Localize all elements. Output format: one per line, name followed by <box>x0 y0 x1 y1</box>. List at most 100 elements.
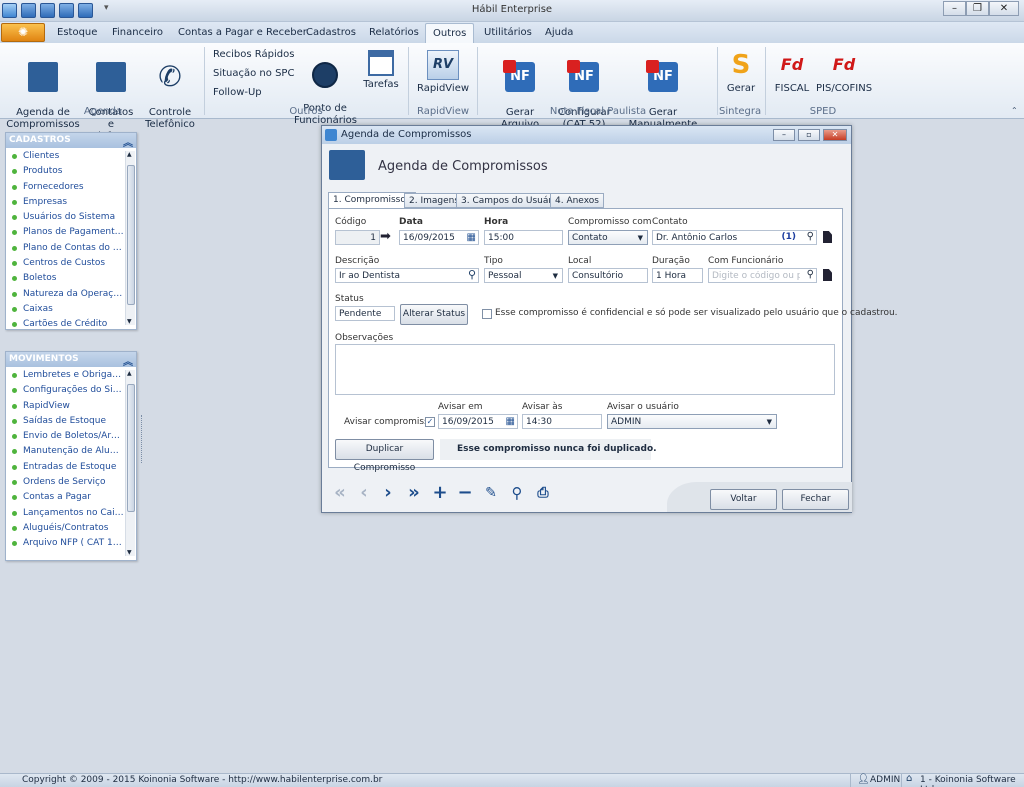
agenda-compromissos-button[interactable]: Agenda de Compromissos <box>5 50 81 131</box>
rapidview-button[interactable]: RV RapidView <box>416 50 470 95</box>
list-item[interactable]: Fornecedores <box>6 180 124 195</box>
collapse-icon[interactable]: ︽ <box>123 134 133 149</box>
menu-utilitarios[interactable]: Utilitários <box>484 27 532 38</box>
menu-ajuda[interactable]: Ajuda <box>545 27 573 38</box>
search-icon[interactable]: ⚲ <box>468 269 476 281</box>
scrollbar[interactable]: ▲ ▼ <box>125 370 135 556</box>
duplicar-compromisso-button[interactable]: Duplicar Compromisso <box>335 439 434 473</box>
list-item[interactable]: Centros de Custos <box>6 256 124 271</box>
menu-estoque[interactable]: Estoque <box>57 27 97 38</box>
document-icon[interactable] <box>823 269 832 281</box>
list-item[interactable]: Manutenção de Alugué... <box>6 444 124 459</box>
list-item[interactable]: Configurações do Siste... <box>6 383 124 398</box>
list-item[interactable]: Saídas de Estoque <box>6 414 124 429</box>
com-funcionario-field[interactable]: Digite o código ou parte do nome ⚲ <box>708 268 817 283</box>
list-item[interactable]: Contas a Pagar <box>6 490 124 505</box>
list-item[interactable]: Lançamentos no Caixa <box>6 506 124 521</box>
local-field[interactable]: Consultório <box>568 268 648 283</box>
list-item[interactable]: Usuários do Sistema <box>6 210 124 225</box>
list-item[interactable]: Cartões de Crédito <box>6 317 124 327</box>
list-item[interactable]: Lembretes e Obrigaçõ... <box>6 368 124 383</box>
remove-record-icon[interactable]: − <box>455 483 475 503</box>
list-item[interactable]: Clientes <box>6 149 124 164</box>
menu-contas[interactable]: Contas a Pagar e Receber <box>178 27 307 38</box>
situacao-spc-button[interactable]: Situação no SPC <box>213 68 294 79</box>
panel-splitter[interactable] <box>141 415 147 463</box>
fechar-button[interactable]: Fechar <box>782 489 849 510</box>
list-item[interactable]: Planos de Pagamentos <box>6 225 124 240</box>
print-icon[interactable]: ⎙ <box>533 483 553 503</box>
first-record-icon[interactable]: « <box>330 483 350 503</box>
avisar-compromisso-checkbox[interactable]: ✓ <box>425 417 435 427</box>
hora-field[interactable]: 15:00 <box>484 230 563 245</box>
scroll-up-icon[interactable]: ▲ <box>127 151 132 158</box>
ribbon-collapse-icon[interactable]: ⌃ <box>1011 106 1018 115</box>
recibos-rapidos-button[interactable]: Recibos Rápidos <box>213 49 294 60</box>
last-record-icon[interactable]: » <box>404 483 424 503</box>
scrollbar[interactable]: ▲ ▼ <box>125 151 135 325</box>
calendar-icon[interactable]: ▦ <box>506 416 515 427</box>
list-item[interactable]: Plano de Contas do Ca... <box>6 241 124 256</box>
minimize-button[interactable]: – <box>943 1 966 16</box>
binoculars-icon[interactable]: ⚲ <box>807 269 814 280</box>
add-record-icon[interactable]: + <box>430 483 450 503</box>
list-item[interactable]: Entradas de Estoque <box>6 460 124 475</box>
contato-field[interactable]: Dr. Antônio Carlos (1) ⚲ <box>652 230 817 245</box>
restore-button[interactable]: ❐ <box>966 1 989 16</box>
scroll-up-icon[interactable]: ▲ <box>127 370 132 377</box>
controle-telefonico-button[interactable]: ✆ Controle Telefônico <box>142 50 198 131</box>
descricao-field[interactable]: Ir ao Dentista ⚲ <box>335 268 479 283</box>
list-item[interactable]: Envio de Boletos/Arqui... <box>6 429 124 444</box>
movimentos-panel-header[interactable]: MOVIMENTOS ︽ <box>6 352 136 368</box>
contatos-telefones-button[interactable]: Contatos e Telefones <box>84 50 138 143</box>
dialog-maximize-button[interactable]: ▫ <box>798 129 820 141</box>
search-record-icon[interactable]: ⚲ <box>507 483 527 503</box>
arrow-right-icon[interactable]: ➡ <box>380 229 391 244</box>
confidencial-checkbox[interactable] <box>482 309 492 319</box>
list-item[interactable]: Arquivo NFP ( CAT 102... <box>6 536 124 551</box>
list-item[interactable]: Empresas <box>6 195 124 210</box>
dialog-minimize-button[interactable]: – <box>773 129 795 141</box>
sped-fiscal-button[interactable]: Fd FISCAL <box>772 50 812 95</box>
scroll-thumb[interactable] <box>127 384 135 512</box>
close-button[interactable]: ✕ <box>989 1 1019 16</box>
collapse-icon[interactable]: ︽ <box>123 353 133 368</box>
list-item[interactable]: Natureza da Operação <box>6 287 124 302</box>
list-item[interactable]: RapidView <box>6 399 124 414</box>
list-item[interactable]: Caixas <box>6 302 124 317</box>
menu-outros[interactable]: Outros <box>425 23 475 43</box>
duracao-field[interactable]: 1 Hora <box>652 268 703 283</box>
app-menu-button[interactable]: ✺ <box>1 23 45 42</box>
follow-up-button[interactable]: Follow-Up <box>213 87 262 98</box>
tab-anexos[interactable]: 4. Anexos <box>550 193 604 208</box>
configurar-button[interactable]: NF Configurar (CAT 52) <box>558 50 611 131</box>
scroll-down-icon[interactable]: ▼ <box>127 549 132 556</box>
binoculars-icon[interactable]: ⚲ <box>807 231 814 242</box>
list-item[interactable]: Ordens de Serviço <box>6 475 124 490</box>
cadastros-panel-header[interactable]: CADASTROS ︽ <box>6 133 136 149</box>
tab-campos-usuario[interactable]: 3. Campos do Usuário <box>456 193 566 208</box>
scroll-down-icon[interactable]: ▼ <box>127 318 132 325</box>
avisar-em-field[interactable]: 16/09/2015 ▦ <box>438 414 518 429</box>
avisar-as-field[interactable]: 14:30 <box>522 414 602 429</box>
next-record-icon[interactable]: › <box>378 483 398 503</box>
menu-cadastros[interactable]: Cadastros <box>306 27 356 38</box>
list-item[interactable]: Aluguéis/Contratos <box>6 521 124 536</box>
voltar-button[interactable]: Voltar <box>710 489 777 510</box>
list-item[interactable]: Boletos <box>6 271 124 286</box>
sped-pis-cofins-button[interactable]: Fd PIS/COFINS <box>816 50 872 95</box>
codigo-field[interactable]: 1 <box>335 230 380 245</box>
tipo-select[interactable]: Pessoal ▼ <box>484 268 563 283</box>
avisar-usuario-select[interactable]: ADMIN ▼ <box>607 414 777 429</box>
previous-record-icon[interactable]: ‹ <box>354 483 374 503</box>
scroll-thumb[interactable] <box>127 165 135 305</box>
alterar-status-button[interactable]: Alterar Status <box>400 304 468 325</box>
tarefas-button[interactable]: Tarefas <box>362 50 400 91</box>
data-field[interactable]: 16/09/2015 ▦ <box>399 230 479 245</box>
calendar-icon[interactable]: ▦ <box>467 232 476 243</box>
sintegra-gerar-button[interactable]: S Gerar <box>722 50 760 95</box>
tab-compromissos[interactable]: 1. Compromissos <box>328 192 416 209</box>
observacoes-textarea[interactable] <box>335 344 835 395</box>
list-item[interactable]: Produtos <box>6 164 124 179</box>
edit-record-icon[interactable]: ✎ <box>481 483 501 503</box>
